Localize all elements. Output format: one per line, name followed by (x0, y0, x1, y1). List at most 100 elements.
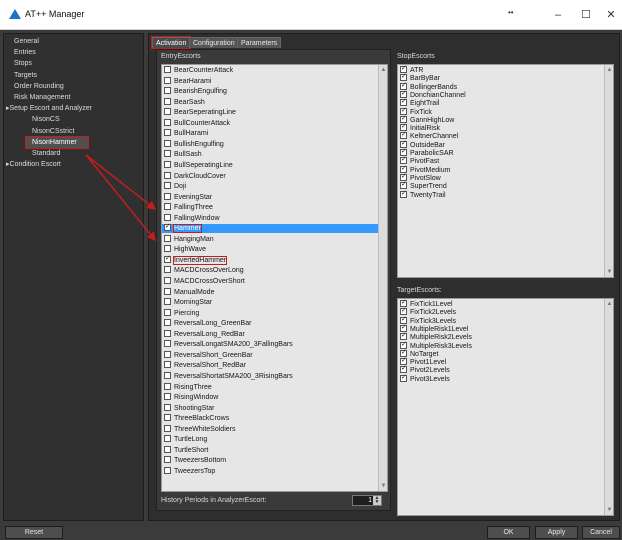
settings-tree[interactable]: General Entries Stops Targets Order Rounding… (3, 33, 144, 521)
checkbox[interactable] (164, 414, 171, 422)
checkbox[interactable] (164, 350, 171, 358)
list-item-bearseperatingline[interactable]: BearSeperatingLine (164, 108, 236, 117)
maximize-button[interactable]: ☐ (573, 6, 599, 24)
checkbox[interactable] (400, 315, 407, 324)
list-item-hangingman[interactable]: HangingMan (164, 234, 214, 244)
list-item-bearharami[interactable]: BearHarami (164, 76, 211, 86)
list-item-threeblackcrows[interactable]: ThreeBlackCrows (164, 414, 229, 423)
list-item-eveningstar[interactable]: EveningStar (164, 192, 212, 202)
minimize-button[interactable]: – (545, 6, 571, 24)
checkbox[interactable] (400, 306, 407, 316)
list-item-bullseperatingline[interactable]: BullSeperatingLine (164, 160, 233, 170)
list-item-eighttrail[interactable]: EightTrail (400, 97, 439, 108)
list-item-fixtick[interactable]: FixTick (400, 106, 432, 117)
list-item-bullsash[interactable]: BullSash (164, 150, 202, 159)
list-item-bullharami[interactable]: BullHarami (164, 129, 208, 138)
checkbox[interactable] (400, 180, 407, 190)
checkbox[interactable] (400, 299, 407, 307)
list-item-reversalshort-greenbar[interactable]: ReversalShort_GreenBar (164, 350, 253, 360)
checkbox[interactable] (400, 97, 407, 107)
checkbox[interactable] (400, 147, 407, 156)
list-item-reversalshortatsma200-3risingbars[interactable]: ReversalShortatSMA200_3RisingBars (164, 371, 293, 381)
list-item-initialrisk[interactable]: InitialRisk (400, 122, 440, 133)
stop-escorts-list[interactable]: TwentyTrailSuperTrendPivotSlowPivotMediu… (397, 64, 614, 278)
checkbox[interactable] (164, 308, 171, 316)
checkbox[interactable] (400, 65, 407, 73)
list-item-invertedhammer[interactable]: InvertedHammer (164, 254, 228, 265)
checkbox[interactable] (164, 340, 171, 348)
checkbox[interactable] (164, 319, 171, 327)
checkbox[interactable] (400, 331, 407, 341)
tree-item-entries[interactable]: Entries (4, 47, 36, 58)
list-item-fallingwindow[interactable]: FallingWindow (164, 213, 220, 223)
ok-button[interactable]: OK (487, 526, 530, 539)
list-item-supertrend[interactable]: SuperTrend (400, 180, 447, 191)
checkbox[interactable] (164, 87, 171, 95)
checkbox[interactable] (164, 277, 171, 284)
list-item-fixtick1level[interactable]: FixTick1Level (400, 299, 453, 309)
tab-parameters[interactable]: Parameters (237, 37, 282, 48)
cancel-button[interactable]: Cancel (582, 526, 620, 539)
tree-item-targets[interactable]: Targets (4, 70, 37, 81)
entry-scrollbar[interactable]: ▲ ▼ (378, 65, 387, 491)
tree-item-stops[interactable]: Stops (4, 58, 32, 69)
list-item-outsidebar[interactable]: OutsideBar (400, 139, 445, 150)
checkbox[interactable] (400, 348, 407, 357)
list-item-reversalshort-redbar[interactable]: ReversalShort_RedBar (164, 361, 246, 370)
checkbox[interactable] (400, 122, 407, 132)
checkbox[interactable] (164, 245, 171, 253)
checkbox[interactable] (400, 81, 407, 90)
checkbox[interactable] (164, 118, 171, 126)
checkbox[interactable] (400, 356, 407, 366)
tree-item-risk-management[interactable]: Risk Management (4, 92, 70, 103)
tree-item-condition-escort[interactable]: ▸Condition Escort (4, 159, 61, 170)
checkbox[interactable] (164, 160, 171, 168)
list-item-hammer[interactable]: Hammer (162, 222, 387, 234)
title-bar[interactable]: AT++ Manager •• – ☐ ✕ (0, 0, 622, 30)
stop-scrollbar[interactable]: ▲ ▼ (604, 65, 613, 277)
tree-item-order-rounding[interactable]: Order Rounding (4, 81, 64, 92)
list-item-twentytrail[interactable]: TwentyTrail (400, 189, 446, 200)
checkbox[interactable] (164, 129, 171, 137)
checkbox[interactable] (164, 213, 171, 221)
checkbox[interactable] (400, 172, 407, 181)
list-item-reversallongatsma200-3fallingbars[interactable]: ReversalLongatSMA200_3FallingBars (164, 340, 293, 349)
checkbox[interactable] (164, 76, 171, 84)
list-item-highwave[interactable]: HighWave (164, 245, 206, 254)
scroll-down-icon[interactable]: ▼ (380, 482, 387, 490)
list-item-bollingerbands[interactable]: BollingerBands (400, 81, 457, 92)
target-scrollbar[interactable]: ▲ ▼ (604, 299, 613, 515)
checkbox[interactable] (164, 456, 171, 464)
checkbox[interactable] (164, 150, 171, 158)
list-item-threewhitesoldiers[interactable]: ThreeWhiteSoldiers (164, 424, 235, 434)
list-item-multiplerisk2levels[interactable]: MultipleRisk2Levels (400, 331, 472, 342)
list-item-manualmode[interactable]: ManualMode (164, 287, 214, 297)
checkbox[interactable] (400, 340, 407, 349)
checkbox[interactable] (164, 361, 171, 369)
checkbox[interactable] (400, 114, 407, 123)
list-item-donchianchannel[interactable]: DonchianChannel (400, 89, 466, 100)
list-item-pivotmedium[interactable]: PivotMedium (400, 164, 450, 175)
close-button[interactable]: ✕ (598, 6, 622, 24)
list-item-fixtick2levels[interactable]: FixTick2Levels (400, 306, 456, 317)
checkbox[interactable] (164, 435, 171, 443)
checkbox[interactable] (164, 329, 171, 337)
list-item-reversallong-redbar[interactable]: ReversalLong_RedBar (164, 329, 245, 339)
checkbox[interactable] (164, 298, 171, 306)
list-item-pivotfast[interactable]: PivotFast (400, 155, 439, 166)
reset-button[interactable]: Reset (5, 526, 63, 539)
list-item-morningstar[interactable]: MorningStar (164, 298, 212, 307)
list-item-pivotslow[interactable]: PivotSlow (400, 172, 441, 183)
list-item-multiplerisk3levels[interactable]: MultipleRisk3Levels (400, 340, 472, 351)
apply-button[interactable]: Apply (535, 526, 578, 539)
list-item-notarget[interactable]: NoTarget (400, 348, 438, 359)
list-item-parabolicsar[interactable]: ParabolicSAR (400, 147, 454, 158)
list-item-pivot2levels[interactable]: Pivot2Levels (400, 364, 450, 375)
checkbox[interactable] (164, 222, 171, 232)
checkbox[interactable] (400, 106, 407, 115)
tree-item-nisoncs[interactable]: NisonCS (4, 114, 60, 125)
list-item-bullcounterattack[interactable]: BullCounterAttack (164, 118, 230, 128)
scroll-up-icon[interactable]: ▲ (606, 66, 613, 74)
checkbox[interactable] (164, 424, 171, 432)
list-item-macdcrossovershort[interactable]: MACDCrossOverShort (164, 277, 245, 286)
